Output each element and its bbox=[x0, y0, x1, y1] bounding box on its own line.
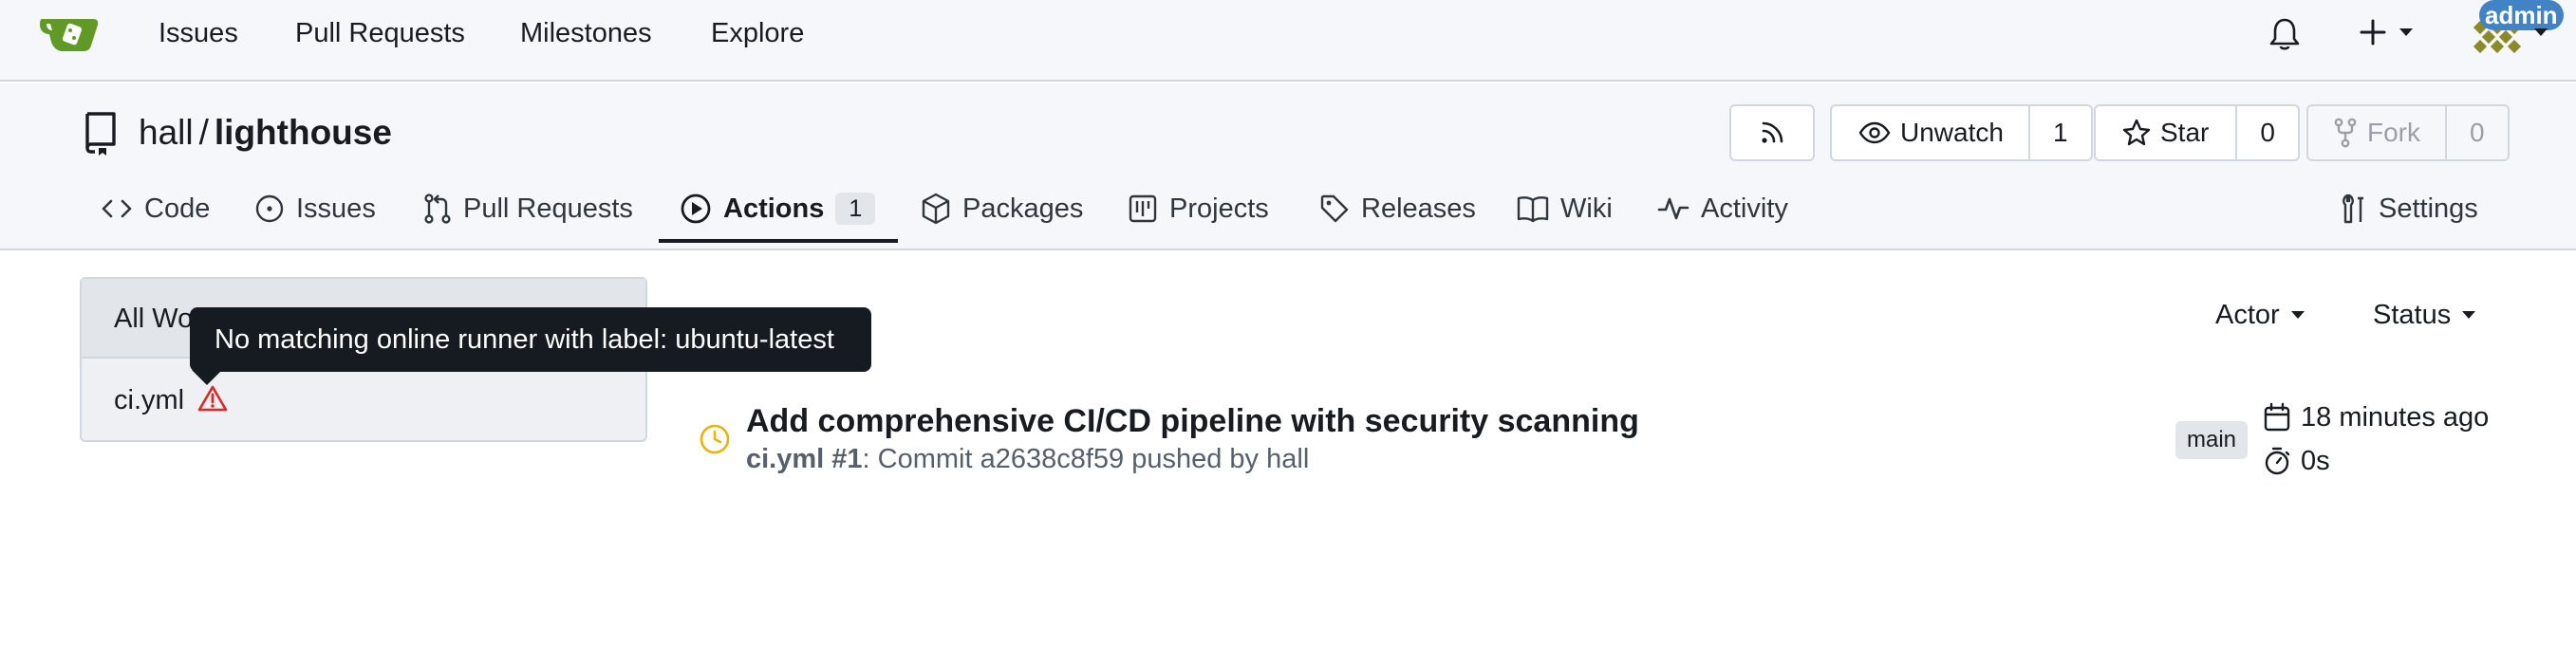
workflow-item-ci-yml[interactable]: ci.yml bbox=[82, 360, 645, 440]
tab-issues[interactable]: Issues bbox=[254, 188, 376, 230]
run-title-link[interactable]: Add comprehensive CI/CD pipeline with se… bbox=[746, 402, 1639, 440]
nav-issues-link[interactable]: Issues bbox=[159, 17, 238, 49]
tab-settings-label: Settings bbox=[2379, 194, 2478, 224]
pulse-icon bbox=[1657, 197, 1689, 220]
unwatch-button-group: Unwatch 1 bbox=[1830, 104, 2093, 161]
watchers-count[interactable]: 1 bbox=[2027, 106, 2091, 159]
status-filter-label: Status bbox=[2373, 300, 2452, 330]
tab-releases-label: Releases bbox=[1361, 194, 1476, 224]
fork-icon bbox=[2334, 118, 2357, 148]
code-icon bbox=[102, 199, 132, 218]
book-icon bbox=[1517, 196, 1549, 223]
tab-actions-label: Actions bbox=[723, 194, 825, 224]
actor-filter-label: Actor bbox=[2215, 300, 2280, 330]
nav-milestones-link[interactable]: Milestones bbox=[520, 17, 652, 49]
repo-title-separator: / bbox=[198, 113, 209, 152]
tab-code-label: Code bbox=[144, 194, 211, 224]
run-meta-text: : Commit a2638c8f59 pushed by hall bbox=[862, 444, 1310, 474]
fork-label: Fork bbox=[2367, 118, 2420, 147]
tab-packages-label: Packages bbox=[962, 194, 1084, 224]
tab-settings[interactable]: Settings bbox=[2339, 188, 2478, 230]
tab-packages[interactable]: Packages bbox=[921, 188, 1083, 230]
run-time-ago: 18 minutes ago bbox=[2301, 402, 2490, 433]
status-waiting-icon bbox=[700, 424, 730, 454]
active-tab-indicator bbox=[659, 239, 898, 243]
star-button-group: Star 0 bbox=[2094, 104, 2300, 161]
tab-pull-requests[interactable]: Pull Requests bbox=[423, 188, 633, 230]
issue-opened-icon bbox=[255, 194, 284, 223]
tab-activity-label: Activity bbox=[1701, 194, 1788, 224]
plus-icon bbox=[2360, 19, 2386, 46]
tab-wiki[interactable]: Wiki bbox=[1517, 188, 1613, 230]
alert-icon[interactable] bbox=[197, 384, 228, 413]
repo-name-link[interactable]: lighthouse bbox=[215, 113, 392, 152]
run-duration: 0s bbox=[2263, 444, 2330, 478]
rss-feed-button[interactable] bbox=[1729, 104, 1815, 161]
package-icon bbox=[922, 193, 950, 225]
star-label: Star bbox=[2160, 118, 2210, 147]
status-filter-dropdown[interactable]: Status bbox=[2373, 298, 2476, 332]
tools-icon bbox=[2343, 194, 2363, 224]
chevron-down-icon bbox=[2462, 311, 2476, 319]
admin-badge: admin bbox=[2479, 0, 2564, 30]
avatar-chevron-down-icon[interactable] bbox=[2534, 28, 2548, 36]
run-meta: ci.yml #1: Commit a2638c8f59 pushed by h… bbox=[746, 442, 1309, 476]
tag-icon bbox=[1320, 194, 1349, 223]
tooltip-arrow bbox=[192, 370, 222, 385]
branch-label[interactable]: main bbox=[2175, 421, 2249, 459]
tab-activity[interactable]: Activity bbox=[1657, 188, 1788, 230]
chevron-down-icon bbox=[2399, 28, 2413, 36]
project-board-icon bbox=[1129, 194, 1157, 223]
stopwatch-icon bbox=[2265, 447, 2290, 475]
forks-count[interactable]: 0 bbox=[2445, 106, 2508, 159]
calendar-icon bbox=[2264, 402, 2290, 432]
repo-header: hall / lighthouse Unwatch 1 Star 0 Fork … bbox=[0, 83, 2576, 250]
unwatch-label: Unwatch bbox=[1900, 118, 2004, 147]
run-duration-value: 0s bbox=[2301, 446, 2330, 476]
star-button[interactable]: Star bbox=[2096, 106, 2235, 159]
fork-button-group: Fork 0 bbox=[2306, 104, 2510, 161]
nav-explore-link[interactable]: Explore bbox=[711, 17, 804, 49]
top-navbar: Issues Pull Requests Milestones Explore … bbox=[0, 0, 2576, 82]
gitea-logo-icon[interactable] bbox=[38, 8, 104, 57]
tab-issues-label: Issues bbox=[296, 194, 376, 224]
bell-icon[interactable] bbox=[2268, 17, 2301, 51]
tab-actions[interactable]: Actions 1 bbox=[680, 188, 876, 230]
pull-request-icon bbox=[424, 194, 451, 224]
repo-title: hall / lighthouse bbox=[139, 112, 392, 154]
tab-releases[interactable]: Releases bbox=[1319, 188, 1476, 230]
repo-owner-link[interactable]: hall bbox=[139, 113, 194, 152]
tab-wiki-label: Wiki bbox=[1560, 194, 1613, 224]
run-time: 18 minutes ago bbox=[2263, 400, 2489, 434]
nav-pull-requests-link[interactable]: Pull Requests bbox=[295, 17, 465, 49]
run-workflow-link[interactable]: ci.yml #1 bbox=[746, 444, 863, 474]
unwatch-button[interactable]: Unwatch bbox=[1832, 106, 2028, 159]
runner-warning-tooltip: No matching online runner with label: ub… bbox=[190, 307, 871, 372]
eye-icon bbox=[1858, 121, 1891, 144]
workflow-item-label: ci.yml bbox=[114, 385, 185, 415]
chevron-down-icon bbox=[2290, 311, 2305, 319]
star-icon bbox=[2122, 119, 2151, 146]
create-new-dropdown[interactable] bbox=[2360, 19, 2413, 46]
play-icon bbox=[681, 194, 711, 224]
actions-count-badge: 1 bbox=[835, 193, 876, 225]
tab-code[interactable]: Code bbox=[101, 188, 210, 230]
repo-icon bbox=[85, 112, 116, 156]
tab-pull-requests-label: Pull Requests bbox=[463, 194, 633, 224]
actor-filter-dropdown[interactable]: Actor bbox=[2215, 298, 2305, 332]
stars-count[interactable]: 0 bbox=[2235, 106, 2298, 159]
tab-projects[interactable]: Projects bbox=[1128, 188, 1269, 230]
rss-icon bbox=[1762, 121, 1783, 143]
tab-projects-label: Projects bbox=[1169, 194, 1269, 224]
fork-button[interactable]: Fork bbox=[2308, 106, 2445, 159]
